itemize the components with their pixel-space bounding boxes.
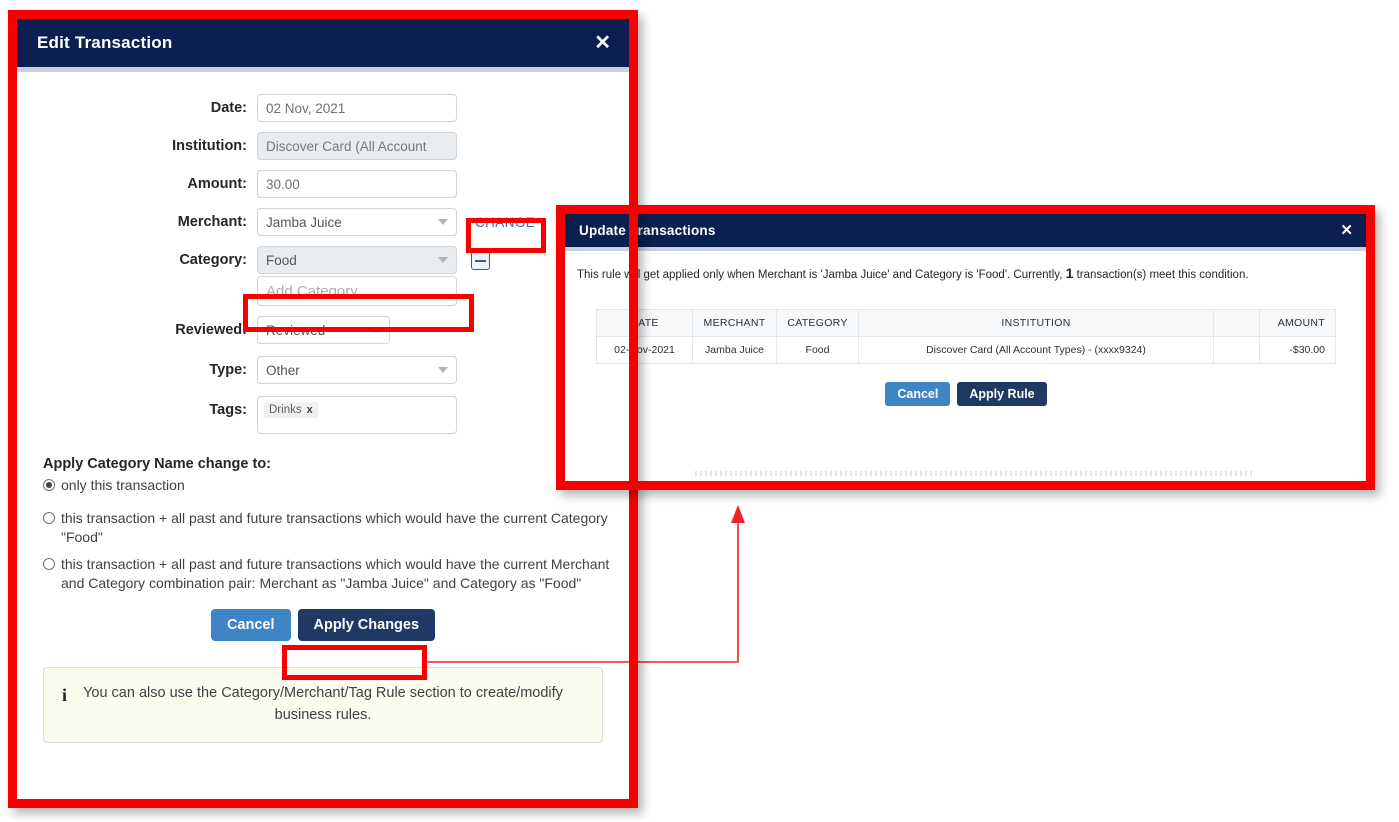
edit-dialog-title: Edit Transaction	[37, 33, 172, 53]
remove-tag-icon[interactable]: x	[307, 404, 313, 416]
cell-institution: Discover Card (All Account Types) - (xxx…	[859, 337, 1214, 364]
column-header-amount: AMOUNT	[1260, 310, 1336, 337]
category-label: Category:	[17, 246, 257, 268]
radio-option-label: only this transaction	[61, 476, 185, 495]
radio-option-label: this transaction + all past and future t…	[61, 509, 629, 547]
merchant-selected-value: Jamba Juice	[266, 215, 342, 230]
minus-icon[interactable]	[471, 251, 490, 270]
rule-condition-note: This rule will get applied only when Mer…	[577, 265, 1355, 281]
chevron-down-icon	[438, 257, 448, 263]
note-suffix: transaction(s) meet this condition.	[1073, 269, 1248, 281]
info-icon: i	[62, 684, 67, 706]
cancel-button[interactable]: Cancel	[211, 609, 291, 641]
field-row-merchant: Merchant: Jamba Juice CHANGE	[17, 208, 629, 236]
chevron-down-icon	[371, 327, 381, 333]
apply-rule-button[interactable]: Apply Rule	[957, 382, 1046, 406]
cell-spacer	[1214, 337, 1260, 364]
apply-category-section: Apply Category Name change to: only this…	[17, 444, 629, 593]
update-transactions-dialog: Update Transactions ✕ This rule will get…	[565, 214, 1367, 481]
close-icon[interactable]: ✕	[594, 33, 611, 53]
update-dialog-header: Update Transactions ✕	[565, 214, 1367, 247]
merchant-label: Merchant:	[17, 208, 257, 230]
edit-dialog-header: Edit Transaction ✕	[17, 19, 629, 67]
category-selected-value: Food	[266, 253, 297, 268]
tags-input[interactable]: Drinks x	[257, 396, 457, 434]
institution-label: Institution:	[17, 132, 257, 154]
table-header-row: DATE MERCHANT CATEGORY INSTITUTION AMOUN…	[597, 310, 1336, 337]
note-prefix: This rule will get applied only when Mer…	[577, 269, 1066, 281]
amount-input[interactable]: 30.00	[257, 170, 457, 198]
reviewed-selected-value: Reviewed	[266, 323, 325, 338]
radio-option-merchant-category[interactable]: this transaction + all past and future t…	[43, 555, 629, 593]
matching-transactions-table: DATE MERCHANT CATEGORY INSTITUTION AMOUN…	[596, 309, 1336, 364]
type-select[interactable]: Other	[257, 356, 457, 384]
column-header-spacer	[1214, 310, 1260, 337]
field-row-date: Date: 02 Nov, 2021	[17, 94, 629, 122]
radio-option-label: this transaction + all past and future t…	[61, 555, 629, 593]
radio-icon[interactable]	[43, 512, 55, 524]
field-row-tags: Tags: Drinks x	[17, 396, 629, 434]
type-label: Type:	[17, 356, 257, 378]
reviewed-select[interactable]: Reviewed	[257, 316, 390, 344]
institution-input: Discover Card (All Account	[257, 132, 457, 160]
reviewed-label: Reviewed:	[17, 316, 257, 338]
merchant-select[interactable]: Jamba Juice	[257, 208, 457, 236]
chevron-down-icon	[438, 367, 448, 373]
date-label: Date:	[17, 94, 257, 116]
merchant-change-link[interactable]: CHANGE	[475, 208, 535, 230]
column-header-institution: INSTITUTION	[859, 310, 1214, 337]
amount-label: Amount:	[17, 170, 257, 192]
edit-dialog-body: Date: 02 Nov, 2021 Institution: Discover…	[17, 72, 629, 743]
update-dialog-title: Update Transactions	[579, 223, 716, 238]
cutoff-content-line	[695, 471, 1255, 476]
field-row-amount: Amount: 30.00	[17, 170, 629, 198]
update-dialog-button-row: Cancel Apply Rule	[577, 382, 1355, 406]
cell-amount: -$30.00	[1260, 337, 1336, 364]
chevron-down-icon	[438, 219, 448, 225]
radio-icon[interactable]	[43, 558, 55, 570]
apply-section-heading: Apply Category Name change to:	[43, 456, 629, 472]
type-selected-value: Other	[266, 363, 300, 378]
tags-label: Tags:	[17, 396, 257, 418]
radio-option-only-this[interactable]: only this transaction	[43, 476, 629, 495]
field-row-institution: Institution: Discover Card (All Account	[17, 132, 629, 160]
radio-option-category[interactable]: this transaction + all past and future t…	[43, 509, 629, 547]
update-dialog-body: This rule will get applied only when Mer…	[565, 251, 1367, 406]
edit-transaction-dialog: Edit Transaction ✕ Date: 02 Nov, 2021 In…	[17, 19, 629, 799]
info-note: i You can also use the Category/Merchant…	[43, 667, 603, 743]
date-input[interactable]: 02 Nov, 2021	[257, 94, 457, 122]
column-header-category: CATEGORY	[777, 310, 859, 337]
cancel-button[interactable]: Cancel	[885, 382, 950, 406]
field-row-category: Category: Food Add Category	[17, 246, 629, 306]
edit-dialog-button-row: Cancel Apply Changes	[17, 609, 629, 641]
field-row-type: Type: Other	[17, 356, 629, 384]
column-header-date: DATE	[597, 310, 693, 337]
tag-chip-label: Drinks	[269, 404, 302, 416]
screenshot-root: Edit Transaction ✕ Date: 02 Nov, 2021 In…	[0, 0, 1399, 822]
cell-date: 02-Nov-2021	[597, 337, 693, 364]
add-category-input[interactable]: Add Category	[257, 276, 457, 306]
cell-category: Food	[777, 337, 859, 364]
radio-icon[interactable]	[43, 479, 55, 491]
column-header-merchant: MERCHANT	[693, 310, 777, 337]
field-row-reviewed: Reviewed: Reviewed	[17, 316, 629, 344]
close-icon[interactable]: ✕	[1340, 223, 1353, 238]
category-select[interactable]: Food	[257, 246, 457, 274]
tag-chip: Drinks x	[264, 402, 318, 418]
cell-merchant: Jamba Juice	[693, 337, 777, 364]
apply-changes-button[interactable]: Apply Changes	[298, 609, 436, 641]
info-note-text: You can also use the Category/Merchant/T…	[83, 685, 563, 723]
table-row: 02-Nov-2021 Jamba Juice Food Discover Ca…	[597, 337, 1336, 364]
